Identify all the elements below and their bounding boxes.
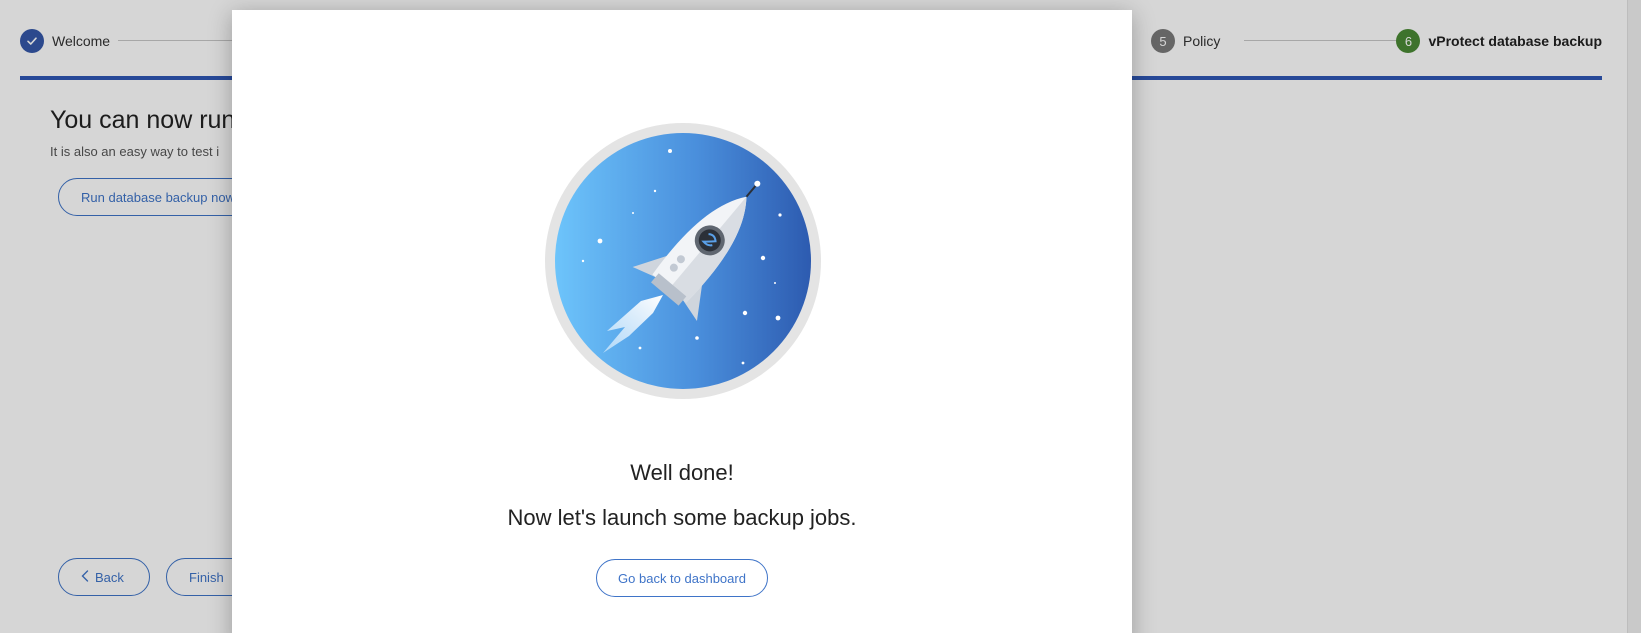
go-back-to-dashboard-button[interactable]: Go back to dashboard xyxy=(596,559,768,597)
button-label: Go back to dashboard xyxy=(618,570,746,586)
dialog-title: Well done! xyxy=(630,460,734,485)
success-dialog: Well done! Now let's launch some backup … xyxy=(232,10,1132,633)
dialog-subtitle: Now let's launch some backup jobs. xyxy=(507,505,857,530)
rocket-icon xyxy=(545,123,821,399)
